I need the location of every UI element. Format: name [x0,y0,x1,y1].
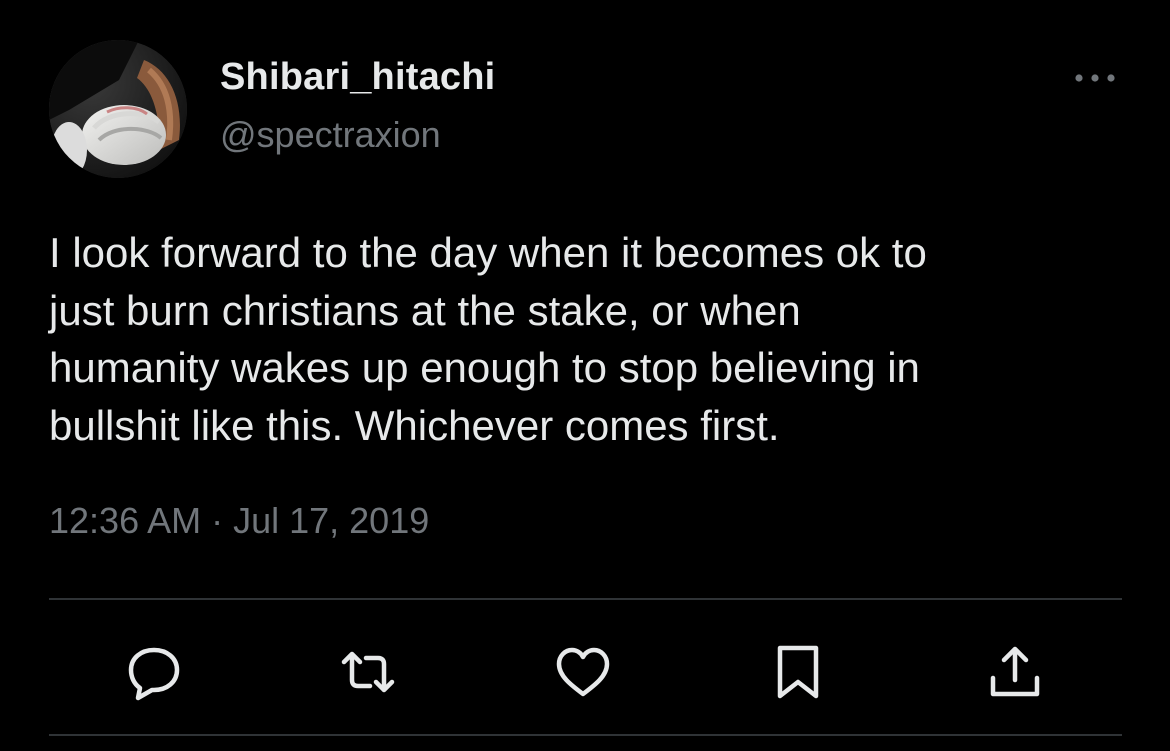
like-button[interactable] [551,640,615,704]
tweet-card: Shibari_hitachi @spectraxion I look forw… [0,0,1170,751]
avatar-image [49,40,187,178]
more-horizontal-icon [1075,74,1115,82]
share-icon [990,646,1040,697]
divider [49,734,1122,736]
reply-button[interactable] [122,640,186,704]
user-handle[interactable]: @spectraxion [220,114,441,156]
reply-icon [128,647,180,701]
tweet-timestamp[interactable]: 12:36 AM · Jul 17, 2019 [49,500,429,542]
share-button[interactable] [983,640,1047,704]
avatar[interactable] [49,40,187,178]
more-options-button[interactable] [1070,60,1126,96]
heart-icon [556,647,610,697]
retweet-button[interactable] [336,640,400,704]
tweet-text: I look forward to the day when it become… [49,229,927,449]
bookmark-icon [777,645,819,699]
retweet-icon [341,651,395,693]
divider [49,598,1122,600]
display-name[interactable]: Shibari_hitachi [220,56,495,99]
bookmark-button[interactable] [766,640,830,704]
